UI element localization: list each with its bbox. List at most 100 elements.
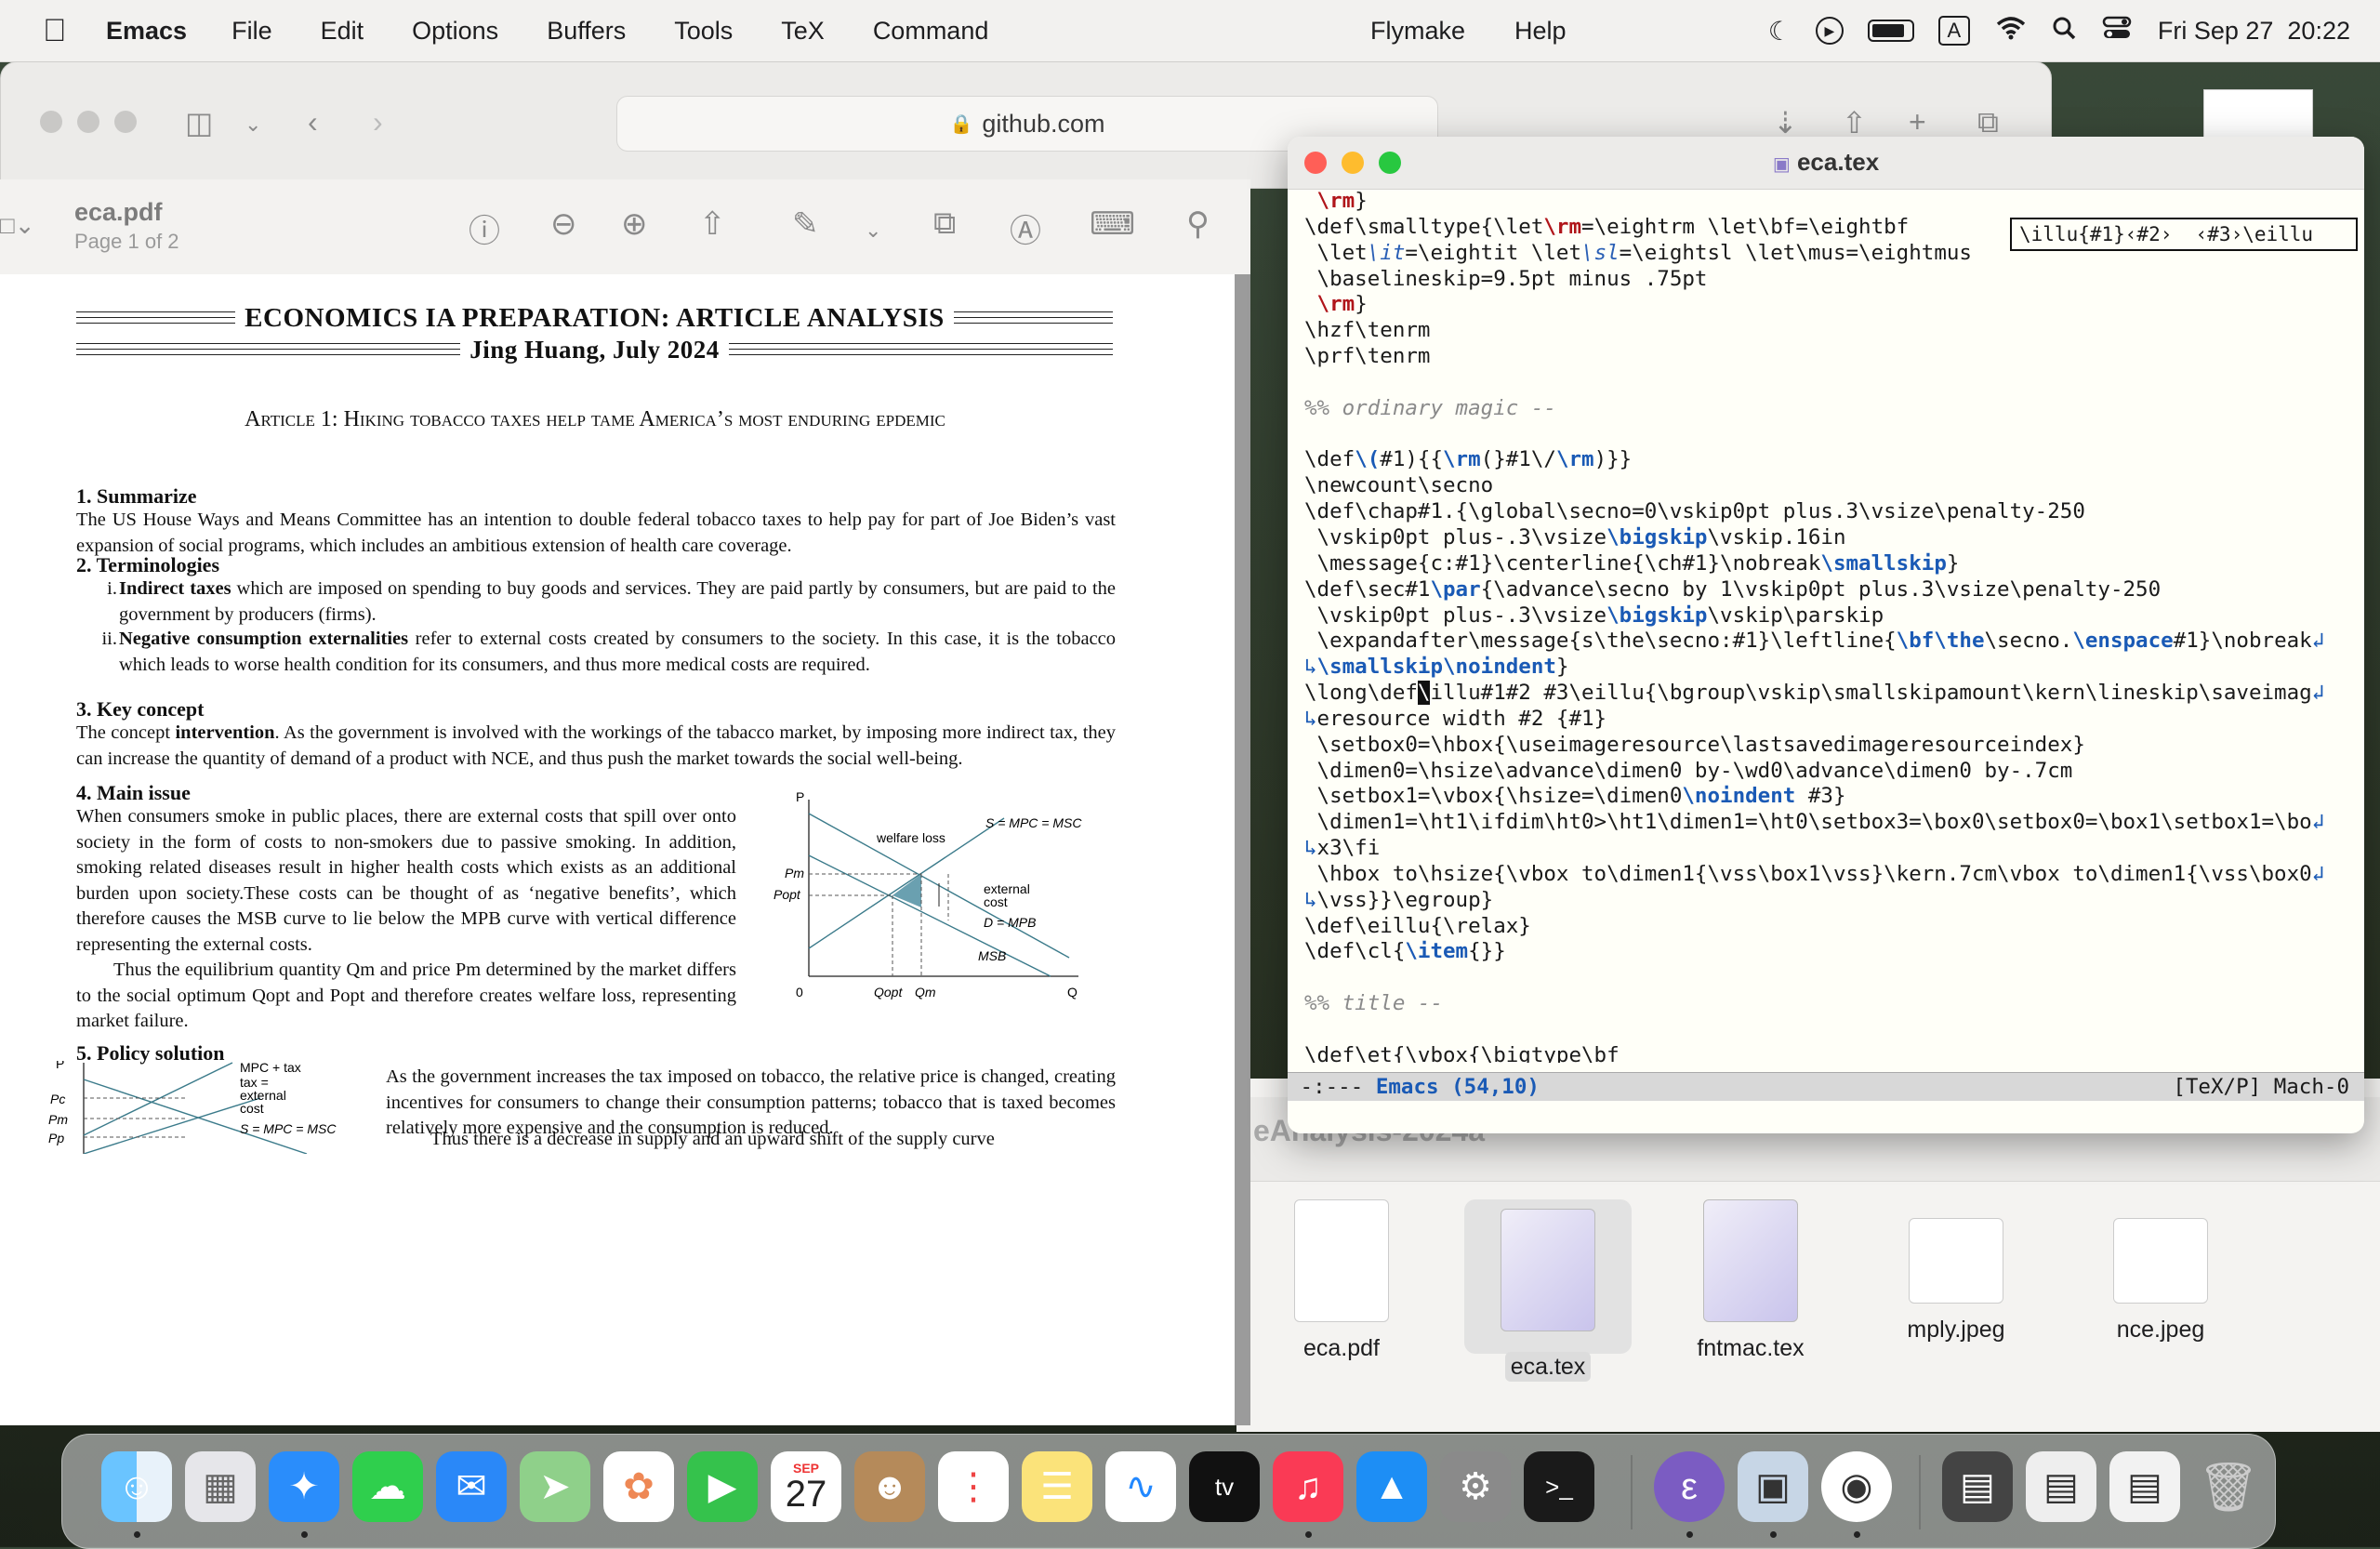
info-icon[interactable]: ⓘ bbox=[469, 205, 500, 251]
svg-text:S = MPC = MSC: S = MPC = MSC bbox=[240, 1121, 337, 1136]
svg-text:Pm: Pm bbox=[785, 866, 804, 880]
section-heading: 3. Key concept bbox=[76, 697, 205, 721]
form-fill-icon[interactable]: ⌨ bbox=[1090, 205, 1135, 243]
focus-moon-icon[interactable]: ☾ bbox=[1768, 16, 1792, 46]
tex-file-icon bbox=[1501, 1209, 1595, 1331]
messages-icon[interactable]: ☁ bbox=[352, 1451, 423, 1522]
back-icon[interactable]: ‹ bbox=[308, 105, 318, 139]
rotate-icon[interactable]: ⧉ bbox=[933, 205, 956, 242]
tab-overview-icon[interactable]: ⧉ bbox=[1977, 105, 1999, 140]
menu-file[interactable]: File bbox=[231, 17, 272, 46]
tex-file-icon: ▣ bbox=[1772, 154, 1791, 175]
chevron-down-icon[interactable]: ⌄ bbox=[245, 113, 261, 137]
finder-icon[interactable]: ☺ bbox=[101, 1451, 172, 1522]
share-icon[interactable]: ⇧ bbox=[1842, 105, 1867, 140]
share-icon[interactable]: ⇧ bbox=[699, 205, 726, 243]
zoom-in-icon[interactable]: ⊕ bbox=[621, 205, 648, 243]
title-block: ECONOMICS IA PREPARATION: ARTICLE ANALYS… bbox=[76, 302, 1113, 365]
code-buffer[interactable]: \rm} \def\smalltype{\let\rm=\eightrm \le… bbox=[1288, 189, 2364, 1063]
chrome-icon[interactable]: ◉ bbox=[1821, 1451, 1892, 1522]
system-settings-icon[interactable]: ⚙ bbox=[1440, 1451, 1511, 1522]
image-file-icon bbox=[2113, 1218, 2208, 1304]
launchpad-icon[interactable]: ▦ bbox=[185, 1451, 256, 1522]
svg-text:Qopt: Qopt bbox=[874, 985, 903, 1000]
svg-text:P: P bbox=[796, 790, 804, 804]
market-failure-diagram: P 0 Q S = MPC = MSC welfare loss externa… bbox=[774, 790, 1082, 1000]
svg-text:cost: cost bbox=[984, 894, 1008, 909]
highlight-icon[interactable]: Ⓐ bbox=[1010, 205, 1041, 251]
emacs-icon[interactable]: ε bbox=[1654, 1451, 1725, 1522]
terminal-icon[interactable]: >_ bbox=[1524, 1451, 1594, 1522]
reminders-icon[interactable]: ⋮ bbox=[938, 1451, 1009, 1522]
document-author: Jing Huang, July 2024 bbox=[460, 335, 729, 364]
svg-text:P: P bbox=[56, 1061, 64, 1071]
tv-icon[interactable]: tv bbox=[1189, 1451, 1260, 1522]
preview-window: □⌄ eca.pdf Page 1 of 2 ⓘ ⊖ ⊕ ⇧ ✎ ⌄ ⧉ Ⓐ ⌨… bbox=[0, 179, 1250, 1425]
search-icon[interactable]: ⚲ bbox=[1186, 205, 1210, 243]
freeform-icon[interactable]: ∿ bbox=[1105, 1451, 1176, 1522]
paragraph: The concept intervention. As the governm… bbox=[76, 722, 1116, 769]
contacts-icon[interactable]: ☻ bbox=[854, 1451, 925, 1522]
new-tab-icon[interactable]: + bbox=[1909, 105, 1926, 139]
file-eca-tex[interactable]: eca.tex bbox=[1464, 1199, 1632, 1382]
sidebar-toggle-icon[interactable]: □⌄ bbox=[0, 211, 35, 240]
menu-edit[interactable]: Edit bbox=[321, 17, 364, 46]
mail-icon[interactable]: ✉ bbox=[436, 1451, 507, 1522]
menu-buffers[interactable]: Buffers bbox=[547, 17, 626, 46]
list-item: ii. Negative consumption externalities r… bbox=[101, 629, 1116, 675]
section-heading: 2. Terminologies bbox=[76, 553, 220, 576]
downloads-icon[interactable]: ⇣ bbox=[1773, 105, 1798, 140]
menu-command[interactable]: Command bbox=[873, 17, 989, 46]
photos-icon[interactable]: ✿ bbox=[603, 1451, 674, 1522]
section-heading: 4. Main issue bbox=[76, 781, 191, 804]
chevron-down-icon[interactable]: ⌄ bbox=[865, 218, 881, 243]
forward-icon[interactable]: › bbox=[373, 105, 383, 139]
spotlight-search-icon[interactable] bbox=[2052, 16, 2076, 46]
article-heading: Article 1: Hiking tobacco taxes help tam… bbox=[245, 407, 945, 431]
svg-text:0: 0 bbox=[796, 985, 803, 1000]
input-source-icon[interactable]: A bbox=[1937, 16, 1970, 46]
clock[interactable]: Fri Sep 27 20:22 bbox=[2158, 17, 2350, 46]
recent-stack-icon[interactable]: ▤ bbox=[2109, 1451, 2180, 1522]
menu-options[interactable]: Options bbox=[412, 17, 498, 46]
svg-text:Pc: Pc bbox=[50, 1092, 65, 1106]
document-title: ECONOMICS IA PREPARATION: ARTICLE ANALYS… bbox=[235, 302, 954, 333]
menu-flymake[interactable]: Flymake bbox=[1370, 17, 1465, 46]
app-store-icon[interactable]: ▲ bbox=[1356, 1451, 1427, 1522]
menu-bar:  Emacs File Edit Options Buffers Tools … bbox=[0, 0, 2380, 62]
menu-tools[interactable]: Tools bbox=[674, 17, 733, 46]
battery-icon[interactable] bbox=[1867, 20, 1914, 42]
file-eca-pdf[interactable]: eca.pdf bbox=[1258, 1199, 1425, 1362]
calendar-icon[interactable]: SEP 27 bbox=[771, 1451, 841, 1522]
documents-stack-icon[interactable]: ▤ bbox=[2026, 1451, 2096, 1522]
section-heading: 1. Summarize bbox=[76, 484, 197, 508]
safari-icon[interactable]: ✦ bbox=[269, 1451, 339, 1522]
music-icon[interactable]: ♫ bbox=[1273, 1451, 1343, 1522]
apple-menu-icon[interactable]:  bbox=[43, 13, 89, 49]
file-nce-jpeg[interactable]: nce.jpeg bbox=[2077, 1199, 2244, 1344]
major-mode: [TeX/P] Mach-0 bbox=[2173, 1075, 2349, 1099]
app-menu[interactable]: Emacs bbox=[106, 17, 187, 46]
maps-icon[interactable]: ➤ bbox=[520, 1451, 590, 1522]
menu-tex[interactable]: TeX bbox=[781, 17, 825, 46]
tex-file-icon bbox=[1703, 1199, 1798, 1322]
markup-pen-icon[interactable]: ✎ bbox=[792, 205, 819, 243]
preview-icon[interactable]: ▣ bbox=[1738, 1451, 1808, 1522]
emacs-titlebar: ▣ eca.tex bbox=[1288, 137, 2364, 190]
file-mply-jpeg[interactable]: mply.jpeg bbox=[1872, 1199, 2040, 1344]
document-name: eca.pdf bbox=[74, 198, 163, 226]
sidebar-toggle-icon[interactable]: ◫ bbox=[185, 105, 213, 140]
scrollbar[interactable] bbox=[1235, 274, 1250, 1425]
menu-help[interactable]: Help bbox=[1514, 17, 1567, 46]
facetime-icon[interactable]: ▶ bbox=[687, 1451, 758, 1522]
play-icon[interactable]: ▶ bbox=[1815, 17, 1844, 45]
file-fntmac-tex[interactable]: fntmac.tex bbox=[1667, 1199, 1834, 1362]
notes-icon[interactable]: ☰ bbox=[1022, 1451, 1092, 1522]
downloads-stack-icon[interactable]: ▤ bbox=[1942, 1451, 2013, 1522]
svg-text:Qm: Qm bbox=[915, 985, 936, 1000]
svg-text:MSB: MSB bbox=[978, 948, 1006, 963]
trash-icon[interactable]: 🗑 bbox=[2193, 1451, 2264, 1522]
control-center-icon[interactable] bbox=[2102, 16, 2132, 46]
wifi-icon[interactable] bbox=[1996, 16, 2026, 46]
zoom-out-icon[interactable]: ⊖ bbox=[550, 205, 577, 243]
